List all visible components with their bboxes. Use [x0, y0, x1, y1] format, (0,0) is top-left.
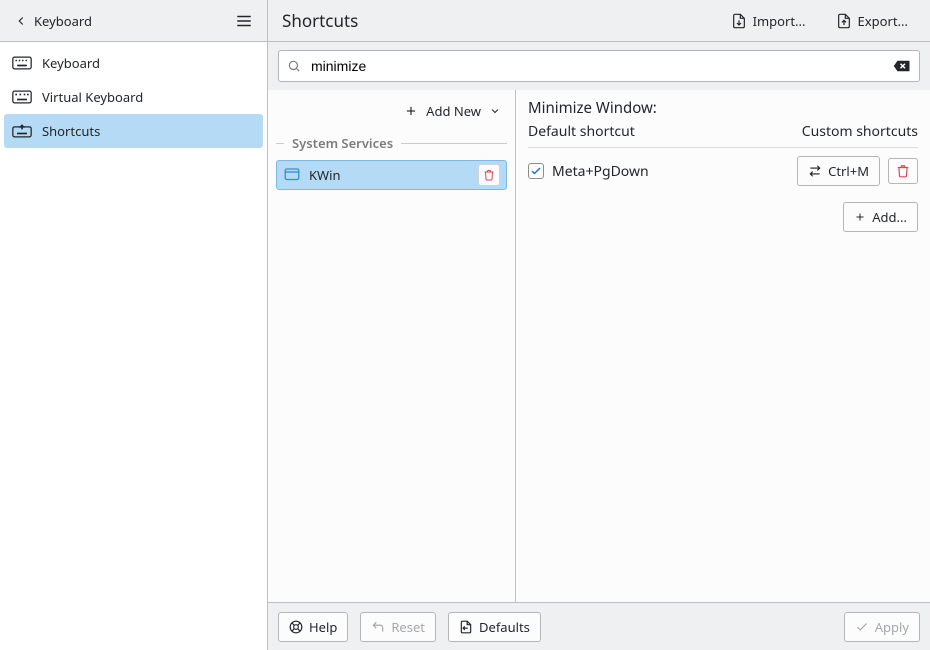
- delete-entry-button[interactable]: [478, 164, 500, 186]
- default-shortcut-header: Default shortcut: [528, 122, 635, 141]
- custom-shortcut-header: Custom shortcuts: [802, 122, 918, 141]
- export-button[interactable]: Export...: [828, 8, 916, 34]
- trash-icon: [483, 169, 495, 181]
- sidebar-item-label: Shortcuts: [42, 122, 100, 140]
- hamburger-icon: [235, 12, 253, 30]
- search-input[interactable]: [309, 57, 885, 75]
- apply-label: Apply: [875, 618, 909, 636]
- kwin-icon: [283, 166, 301, 184]
- header: Keyboard Shortcuts Import... Export...: [0, 0, 930, 42]
- help-button[interactable]: Help: [278, 612, 348, 642]
- section-header: System Services: [268, 128, 515, 156]
- search-field[interactable]: [278, 50, 920, 82]
- columns: Add New System Services KWin: [268, 90, 930, 602]
- chevron-down-icon: [489, 105, 501, 117]
- back-button[interactable]: Keyboard: [8, 8, 98, 34]
- virtual-keyboard-icon: [12, 90, 32, 104]
- trash-icon: [896, 164, 910, 178]
- keyboard-icon: [12, 56, 32, 70]
- chevron-left-icon: [14, 14, 28, 28]
- shortcut-row: Meta+PgDown Ctrl+M: [528, 148, 918, 194]
- reset-button[interactable]: Reset: [360, 612, 436, 642]
- export-icon: [836, 13, 852, 29]
- backspace-icon: [893, 59, 911, 73]
- shortcuts-icon: [12, 124, 32, 138]
- undo-icon: [371, 620, 385, 634]
- clear-search-button[interactable]: [893, 59, 911, 73]
- default-shortcut-checkbox[interactable]: [528, 163, 544, 179]
- add-custom-shortcut-button[interactable]: Add...: [843, 202, 918, 232]
- section-label: System Services: [292, 134, 393, 152]
- service-entry-kwin[interactable]: KWin: [276, 160, 507, 190]
- plus-icon: [404, 104, 418, 118]
- sidebar-item-label: Virtual Keyboard: [42, 88, 143, 106]
- sidebar-item-label: Keyboard: [42, 54, 100, 72]
- check-icon: [530, 165, 542, 177]
- check-icon: [855, 620, 869, 634]
- reset-label: Reset: [391, 618, 425, 636]
- sidebar-item-keyboard[interactable]: Keyboard: [0, 46, 267, 80]
- header-left: Keyboard: [0, 0, 268, 41]
- back-label: Keyboard: [34, 12, 92, 30]
- import-label: Import...: [753, 12, 806, 30]
- add-new-button[interactable]: Add New: [398, 98, 507, 124]
- defaults-button[interactable]: Defaults: [448, 612, 541, 642]
- search-icon: [287, 59, 301, 73]
- add-new-label: Add New: [426, 102, 481, 120]
- sidebar-item-virtual-keyboard[interactable]: Virtual Keyboard: [0, 80, 267, 114]
- detail-subheader: Default shortcut Custom shortcuts: [528, 122, 918, 148]
- swap-icon: [808, 164, 822, 178]
- services-list: Add New System Services KWin: [268, 90, 516, 602]
- search-wrap: [268, 42, 930, 90]
- sidebar-item-shortcuts[interactable]: Shortcuts: [4, 114, 263, 148]
- sidebar: Keyboard Virtual Keyboard Shortcuts: [0, 42, 268, 650]
- help-label: Help: [309, 618, 337, 636]
- page-title: Shortcuts: [282, 9, 358, 32]
- import-button[interactable]: Import...: [723, 8, 814, 34]
- import-icon: [731, 13, 747, 29]
- detail-title: Minimize Window:: [528, 98, 918, 118]
- default-shortcut-label: Meta+PgDown: [552, 162, 789, 181]
- service-entry-label: KWin: [309, 166, 341, 184]
- custom-shortcut-button[interactable]: Ctrl+M: [797, 156, 880, 186]
- document-revert-icon: [459, 620, 473, 634]
- footer: Help Reset Defaults Apply: [268, 602, 930, 650]
- add-shortcut-row: Add...: [528, 194, 918, 240]
- delete-custom-shortcut-button[interactable]: [888, 158, 918, 184]
- apply-button[interactable]: Apply: [844, 612, 920, 642]
- defaults-label: Defaults: [479, 618, 530, 636]
- custom-shortcut-label: Ctrl+M: [828, 162, 869, 180]
- detail-panel: Minimize Window: Default shortcut Custom…: [516, 90, 930, 602]
- plus-icon: [854, 211, 866, 223]
- content: Add New System Services KWin: [268, 42, 930, 650]
- help-icon: [289, 620, 303, 634]
- add-shortcut-label: Add...: [872, 208, 907, 226]
- export-label: Export...: [858, 12, 908, 30]
- menu-button[interactable]: [229, 6, 259, 36]
- header-right: Shortcuts Import... Export...: [268, 0, 930, 41]
